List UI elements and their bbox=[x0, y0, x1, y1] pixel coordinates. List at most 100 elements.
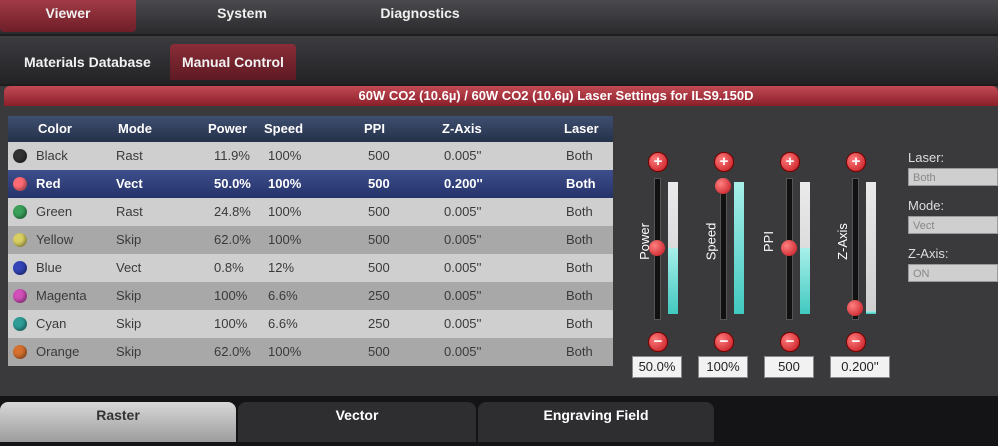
slider-track[interactable] bbox=[852, 178, 859, 320]
table-row-green[interactable]: Green Rast 24.8% 100% 500 0.005'' Both bbox=[8, 198, 613, 226]
cell-speed: 100% bbox=[268, 148, 302, 163]
z-axis-select[interactable]: ON bbox=[908, 264, 998, 282]
level-gauge bbox=[734, 182, 744, 314]
cell-color: Green bbox=[36, 204, 73, 219]
tab-engraving-field[interactable]: Engraving Field bbox=[478, 402, 714, 442]
tab-manual-control[interactable]: Manual Control bbox=[170, 44, 296, 80]
increase-ppi-button[interactable]: + bbox=[780, 152, 800, 172]
tab-viewer[interactable]: Viewer bbox=[0, 0, 136, 32]
color-swatch-icon bbox=[13, 317, 27, 331]
cell-speed: 100% bbox=[268, 204, 302, 219]
mode-label: Mode: bbox=[908, 198, 945, 213]
table-row-yellow[interactable]: Yellow Skip 62.0% 100% 500 0.005'' Both bbox=[8, 226, 613, 254]
decrease-power-button[interactable]: − bbox=[648, 332, 668, 352]
level-gauge bbox=[866, 182, 876, 314]
color-swatch-icon bbox=[13, 149, 27, 163]
table-row-cyan[interactable]: Cyan Skip 100% 6.6% 250 0.005'' Both bbox=[8, 310, 613, 338]
cell-power: 24.8% bbox=[214, 204, 251, 219]
mode-select[interactable]: Vect bbox=[908, 216, 998, 234]
decrease-speed-button[interactable]: − bbox=[714, 332, 734, 352]
color-swatch-icon bbox=[13, 289, 27, 303]
increase-speed-button[interactable]: + bbox=[714, 152, 734, 172]
slider-track[interactable] bbox=[720, 178, 727, 320]
decrease-ppi-button[interactable]: − bbox=[780, 332, 800, 352]
cell-laser: Both bbox=[566, 260, 593, 275]
slider-label: Speed bbox=[703, 222, 719, 261]
cell-color: Blue bbox=[36, 260, 63, 275]
tab-materials-database[interactable]: Materials Database bbox=[12, 44, 163, 80]
cell-laser: Both bbox=[566, 176, 596, 191]
color-swatch-icon bbox=[13, 345, 27, 359]
cell-mode: Vect bbox=[116, 176, 143, 191]
slider-power[interactable]: + Power − 50.0% bbox=[632, 142, 692, 392]
cell-power: 62.0% bbox=[214, 344, 251, 359]
slider-value[interactable]: 500 bbox=[764, 356, 814, 378]
header-ppi: PPI bbox=[364, 121, 385, 136]
slider-knob[interactable] bbox=[847, 299, 863, 316]
cell-laser: Both bbox=[566, 148, 593, 163]
cell-ppi: 500 bbox=[368, 204, 390, 219]
cell-z: 0.005'' bbox=[444, 204, 482, 219]
laser-settings-table: Color Mode Power Speed PPI Z-Axis Laser … bbox=[8, 116, 613, 366]
increase-z-axis-button[interactable]: + bbox=[846, 152, 866, 172]
cell-mode: Vect bbox=[116, 260, 142, 275]
sub-nav-bar: Materials Database Manual Control bbox=[0, 36, 998, 84]
laser-select[interactable]: Both bbox=[908, 168, 998, 186]
color-swatch-icon bbox=[13, 233, 27, 247]
cell-speed: 100% bbox=[268, 232, 302, 247]
decrease-z-axis-button[interactable]: − bbox=[846, 332, 866, 352]
level-gauge-fill bbox=[668, 248, 678, 314]
slider-z-axis[interactable]: + Z-Axis − 0.200'' bbox=[830, 142, 890, 392]
cell-ppi: 500 bbox=[368, 344, 390, 359]
table-row-blue[interactable]: Blue Vect 0.8% 12% 500 0.005'' Both bbox=[8, 254, 613, 282]
slider-knob[interactable] bbox=[781, 240, 797, 256]
level-gauge-fill bbox=[734, 182, 744, 314]
cell-z: 0.005'' bbox=[444, 344, 482, 359]
cell-color: Black bbox=[36, 148, 68, 163]
color-swatch-icon bbox=[13, 261, 27, 275]
slider-value[interactable]: 50.0% bbox=[632, 356, 682, 378]
cell-z: 0.005'' bbox=[444, 148, 482, 163]
header-power: Power bbox=[208, 121, 248, 136]
cell-mode: Rast bbox=[116, 204, 143, 219]
slider-value[interactable]: 100% bbox=[698, 356, 748, 378]
tab-diagnostics[interactable]: Diagnostics bbox=[360, 0, 480, 32]
cell-power: 50.0% bbox=[214, 176, 251, 191]
table-row-red[interactable]: Red Vect 50.0% 100% 500 0.200'' Both bbox=[8, 170, 613, 198]
cell-power: 100% bbox=[214, 316, 248, 331]
cell-color: Magenta bbox=[36, 288, 87, 303]
header-laser: Laser bbox=[564, 121, 599, 136]
cell-color: Yellow bbox=[36, 232, 74, 247]
header-speed: Speed bbox=[264, 121, 304, 136]
panel-title: 60W CO2 (10.6µ) / 60W CO2 (10.6µ) Laser … bbox=[4, 86, 998, 106]
table-row-black[interactable]: Black Rast 11.9% 100% 500 0.005'' Both bbox=[8, 142, 613, 170]
cell-ppi: 500 bbox=[368, 232, 390, 247]
cell-mode: Skip bbox=[116, 232, 142, 247]
cell-color: Orange bbox=[36, 344, 80, 359]
cell-power: 100% bbox=[214, 288, 248, 303]
slider-value[interactable]: 0.200'' bbox=[830, 356, 890, 378]
cell-z: 0.005'' bbox=[444, 232, 482, 247]
cell-speed: 100% bbox=[268, 344, 302, 359]
increase-power-button[interactable]: + bbox=[648, 152, 668, 172]
table-row-magenta[interactable]: Magenta Skip 100% 6.6% 250 0.005'' Both bbox=[8, 282, 613, 310]
tab-raster[interactable]: Raster bbox=[0, 402, 236, 442]
level-gauge-fill bbox=[800, 248, 810, 314]
cell-ppi: 500 bbox=[368, 260, 390, 275]
cell-speed: 6.6% bbox=[268, 316, 298, 331]
header-color: Color bbox=[38, 121, 72, 136]
slider-ppi[interactable]: + PPI − 500 bbox=[761, 142, 824, 392]
laser-label: Laser: bbox=[908, 150, 945, 165]
tab-vector[interactable]: Vector bbox=[238, 402, 476, 442]
manual-sliders: + Power − 50.0% + Speed − 100% + PPI − 500 + Z-Axis − 0… bbox=[618, 142, 903, 392]
cell-z: 0.200'' bbox=[444, 176, 483, 191]
cell-speed: 12% bbox=[268, 260, 295, 275]
slider-speed[interactable]: + Speed − 100% bbox=[698, 142, 758, 392]
table-row-orange[interactable]: Orange Skip 62.0% 100% 500 0.005'' Both bbox=[8, 338, 613, 366]
cell-laser: Both bbox=[566, 204, 593, 219]
slider-knob[interactable] bbox=[715, 178, 731, 194]
tab-system[interactable]: System bbox=[192, 0, 292, 32]
z-axis-label: Z-Axis: bbox=[908, 246, 949, 261]
cell-power: 11.9% bbox=[214, 148, 250, 163]
level-gauge-fill bbox=[866, 311, 876, 314]
